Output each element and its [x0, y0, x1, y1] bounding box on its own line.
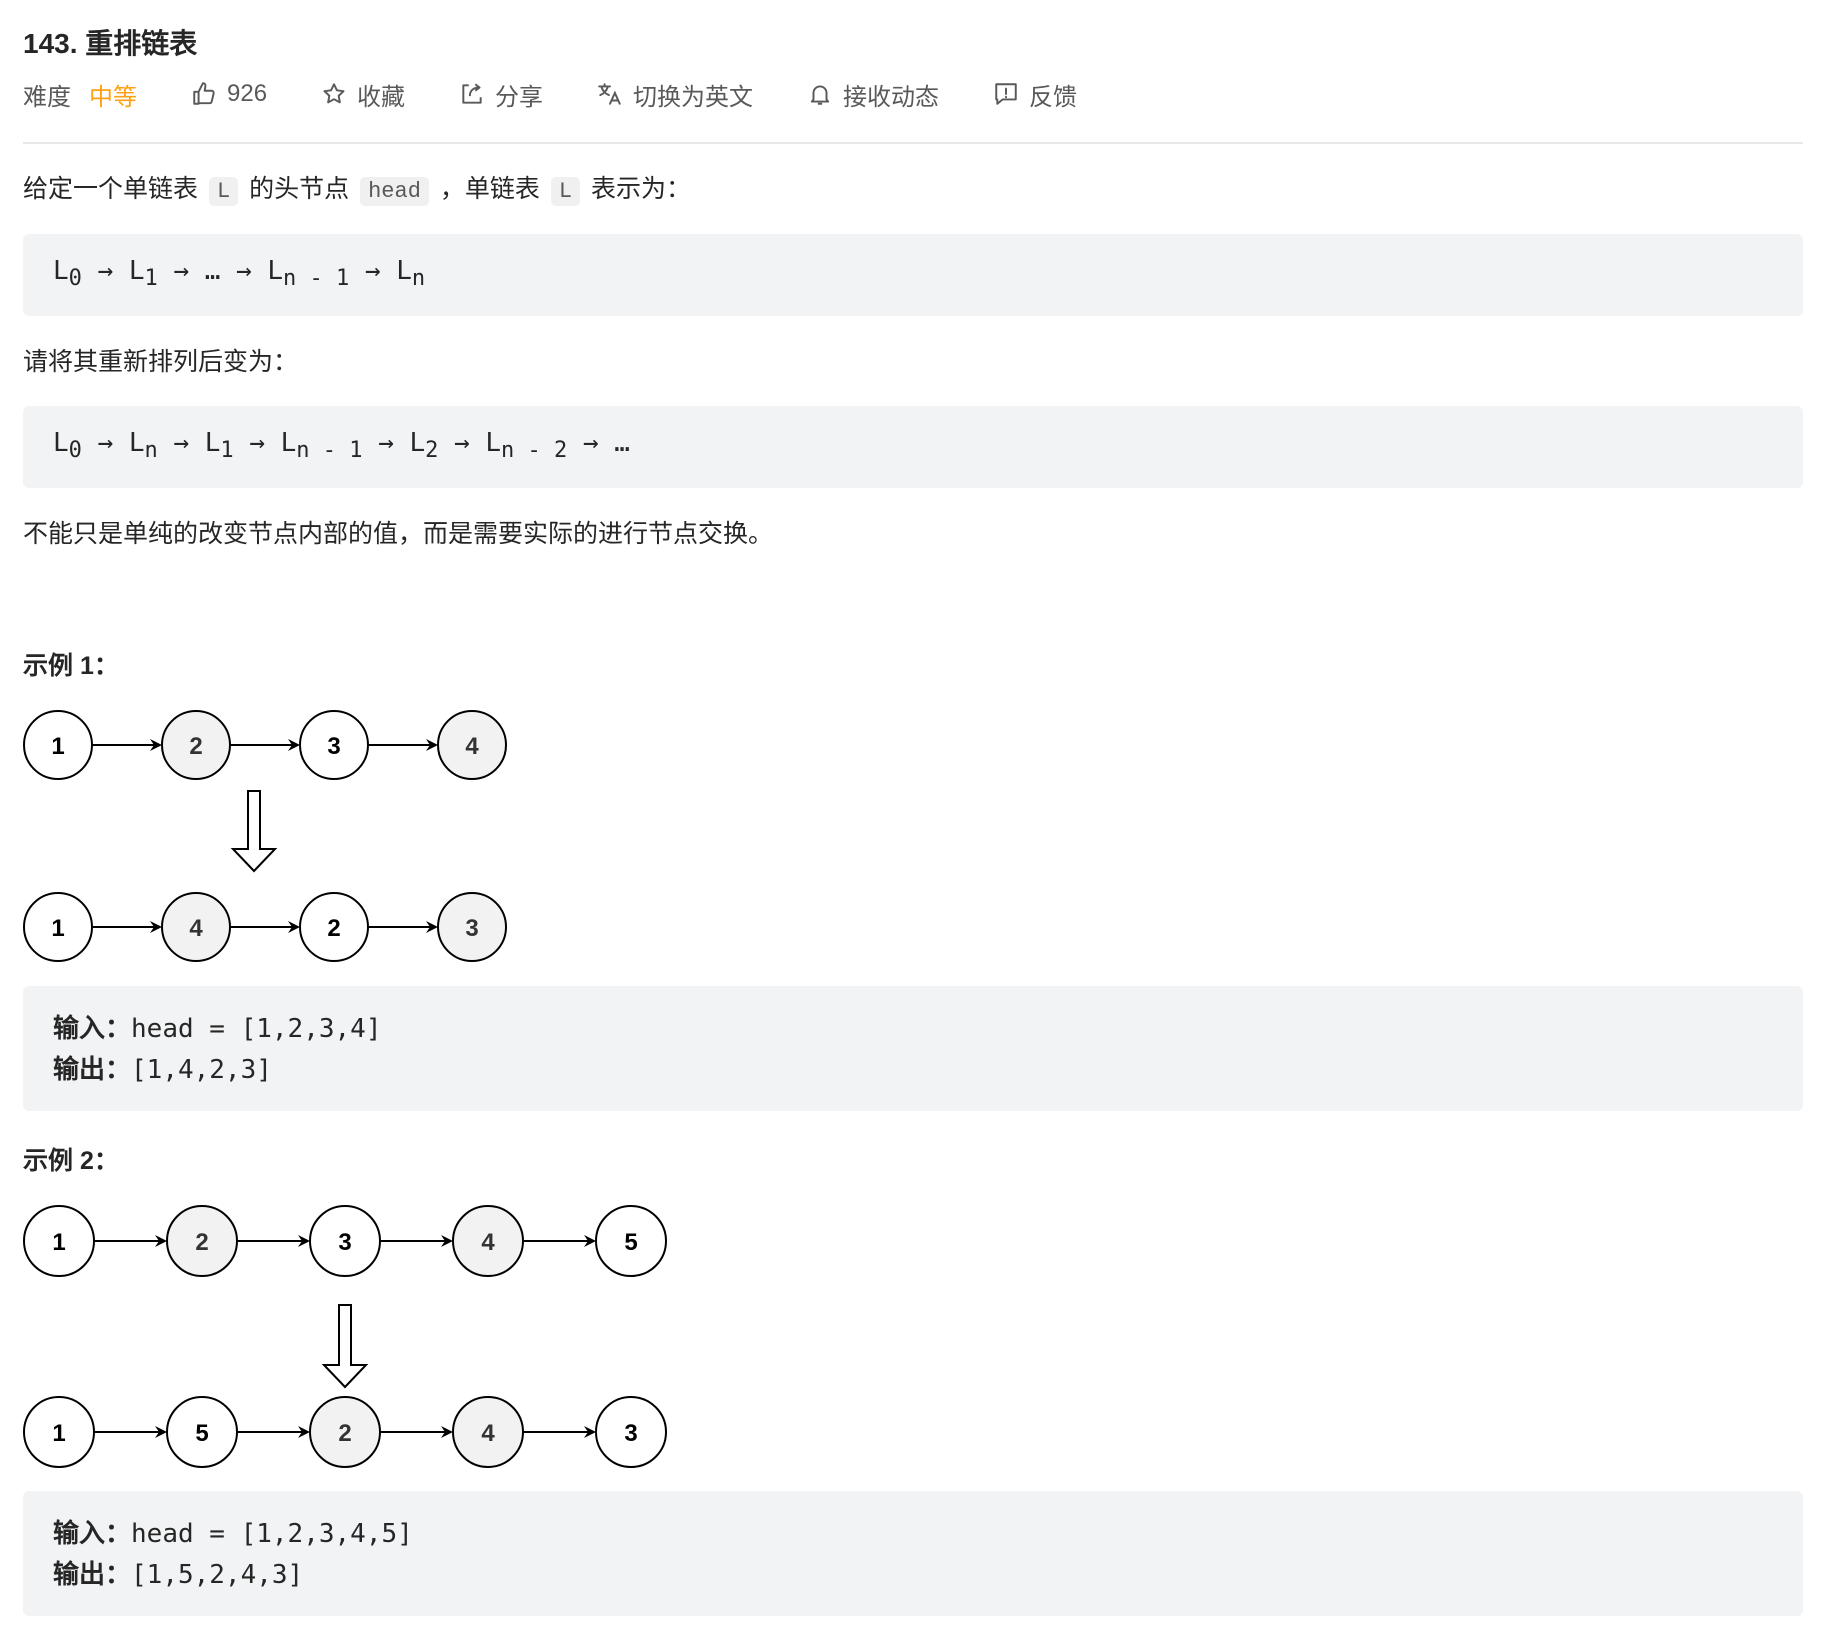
transform-arrow — [321, 1304, 369, 1389]
node-label: 2 — [338, 1420, 351, 1447]
list-node: 2 — [166, 1205, 238, 1277]
list-node: 1 — [23, 710, 93, 780]
header-divider — [23, 142, 1803, 144]
bell-icon — [810, 85, 830, 105]
list-node: 3 — [309, 1205, 381, 1277]
feedback-button[interactable]: 反馈 — [993, 77, 1077, 112]
sequence-2: L0 → Ln → L1 → Ln - 1 → L2 → Ln - 2 → … — [53, 428, 630, 463]
like-button[interactable]: 926 — [191, 80, 267, 108]
inline-code-head: head — [360, 177, 429, 206]
inline-code-L2: L — [550, 177, 581, 206]
list-node: 4 — [452, 1205, 524, 1277]
example-1-diagram: 1 2 3 4 1 4 2 3 — [23, 710, 507, 962]
node-label: 2 — [195, 1229, 208, 1256]
collect-label: 收藏 — [357, 83, 406, 111]
thumbs-up-icon — [193, 82, 215, 105]
example-2-diagram: 1 2 3 4 5 1 5 2 4 3 — [23, 1205, 667, 1468]
node-label: 3 — [465, 915, 478, 942]
problem-title: 143. 重排链表 — [23, 28, 198, 59]
example-1-io-block: 输入：head = [1,2,3,4] 输出：[1,4,2,3] — [23, 986, 1803, 1111]
transform-arrow — [230, 790, 278, 873]
output-value: [1,4,2,3] — [131, 1055, 272, 1085]
share-icon — [462, 83, 482, 104]
description-intro: 给定一个单链表 L 的头节点 head ，单链表 L 表示为： — [23, 171, 691, 210]
intro-text-4: 表示为： — [590, 175, 691, 203]
feedback-icon — [995, 83, 1017, 105]
inline-code-L: L — [208, 177, 239, 206]
node-label: 2 — [189, 733, 202, 760]
example-1-output: 输出：[1,4,2,3] — [53, 1049, 272, 1086]
node-label: 2 — [327, 915, 340, 942]
node-label: 4 — [189, 915, 203, 942]
sequence-block-1: L0 → L1 → … → Ln - 1 → Ln — [23, 234, 1803, 316]
example-2-input: 输入：head = [1,2,3,4,5] — [53, 1513, 413, 1550]
node-label: 1 — [52, 1229, 65, 1256]
intro-text-1: 给定一个单链表 — [23, 175, 199, 203]
list-node: 3 — [595, 1396, 667, 1468]
input-label: 输入： — [53, 1014, 132, 1044]
output-label: 输出： — [53, 1055, 132, 1085]
problem-page: 143. 重排链表 难度 中等 926 收藏 分享 切换为英文 接收动态 反馈 … — [0, 0, 1826, 1642]
node-label: 3 — [338, 1229, 351, 1256]
list-node: 5 — [166, 1396, 238, 1468]
list-node: 1 — [23, 1205, 95, 1277]
star-icon — [323, 83, 345, 104]
list-node: 3 — [437, 892, 507, 962]
share-button[interactable]: 分享 — [459, 77, 543, 112]
node-label: 5 — [624, 1229, 637, 1256]
node-label: 1 — [51, 915, 64, 942]
subscribe-button[interactable]: 接收动态 — [807, 77, 939, 112]
difficulty: 难度 中等 — [23, 77, 137, 112]
collect-button[interactable]: 收藏 — [321, 77, 405, 112]
input-label: 输入： — [53, 1519, 132, 1549]
node-label: 4 — [481, 1420, 495, 1447]
switch-language-label: 切换为英文 — [633, 83, 754, 111]
example-2-io-block: 输入：head = [1,2,3,4,5] 输出：[1,5,2,4,3] — [23, 1491, 1803, 1616]
subscribe-label: 接收动态 — [843, 83, 940, 111]
list-node: 4 — [452, 1396, 524, 1468]
node-label: 4 — [465, 733, 479, 760]
description-note: 不能只是单纯的改变节点内部的值，而是需要实际的进行节点交换。 — [23, 520, 774, 548]
node-label: 1 — [51, 733, 64, 760]
like-count: 926 — [227, 80, 268, 107]
intro-text-2: 的头节点 — [249, 175, 350, 203]
example-1-input: 输入：head = [1,2,3,4] — [53, 1008, 381, 1045]
translate-icon — [598, 83, 621, 105]
list-node: 4 — [161, 892, 231, 962]
sequence-block-2: L0 → Ln → L1 → Ln - 1 → L2 → Ln - 2 → … — [23, 406, 1803, 488]
problem-meta-bar: 难度 中等 926 收藏 分享 切换为英文 接收动态 反馈 — [23, 77, 1077, 112]
list-node: 2 — [161, 710, 231, 780]
node-label: 4 — [481, 1229, 495, 1256]
list-node: 4 — [437, 710, 507, 780]
example-2-output: 输出：[1,5,2,4,3] — [53, 1554, 303, 1591]
list-node: 1 — [23, 892, 93, 962]
node-label: 5 — [195, 1420, 208, 1447]
output-value: [1,5,2,4,3] — [131, 1560, 304, 1590]
intro-text-3: ，单链表 — [439, 175, 540, 203]
difficulty-value: 中等 — [89, 83, 137, 111]
share-label: 分享 — [495, 83, 544, 111]
example-1-title: 示例 1： — [23, 652, 119, 680]
list-node: 2 — [299, 892, 369, 962]
node-label: 3 — [327, 733, 340, 760]
list-node: 3 — [299, 710, 369, 780]
list-node: 2 — [309, 1396, 381, 1468]
reorder-text: 请将其重新排列后变为： — [23, 348, 299, 376]
switch-language-button[interactable]: 切换为英文 — [597, 77, 753, 112]
node-label: 1 — [52, 1420, 65, 1447]
output-label: 输出： — [53, 1560, 132, 1590]
list-node: 1 — [23, 1396, 95, 1468]
feedback-label: 反馈 — [1029, 83, 1078, 111]
input-value: head = [1,2,3,4] — [131, 1014, 382, 1044]
difficulty-label: 难度 — [23, 83, 71, 111]
list-node: 5 — [595, 1205, 667, 1277]
input-value: head = [1,2,3,4,5] — [131, 1519, 413, 1549]
node-label: 3 — [624, 1420, 637, 1447]
example-2-title: 示例 2： — [23, 1147, 119, 1175]
sequence-1: L0 → L1 → … → Ln - 1 → Ln — [53, 256, 426, 291]
